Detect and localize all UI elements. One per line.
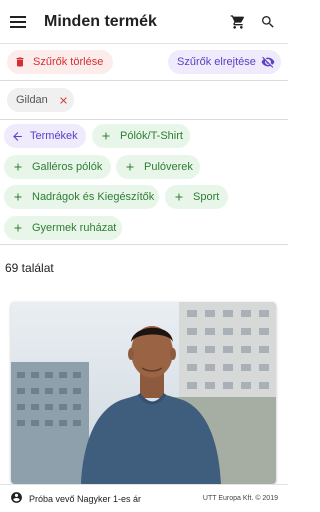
search-icon[interactable] <box>258 12 278 32</box>
category-label: Pulóverek <box>144 161 193 173</box>
category-chip-sport[interactable]: Sport <box>165 185 228 209</box>
clear-filters-button[interactable]: Szűrők törlése <box>7 50 113 74</box>
account-icon <box>10 491 23 506</box>
category-label: Galléros pólók <box>32 161 103 173</box>
divider <box>0 80 288 81</box>
back-to-products-label: Termékek <box>30 130 78 142</box>
plus-icon <box>11 160 25 174</box>
category-chip-polo[interactable]: Galléros pólók <box>4 155 111 179</box>
cart-icon[interactable] <box>228 12 248 32</box>
close-icon[interactable] <box>57 93 71 107</box>
divider <box>0 244 288 245</box>
divider <box>0 119 288 120</box>
active-filter-label: Gildan <box>16 94 48 106</box>
eye-off-icon <box>261 55 275 69</box>
footer: Próba vevő Nagyker 1-es ár UTT Europa Kf… <box>0 484 288 512</box>
product-photo <box>11 302 276 484</box>
category-label: Gyermek ruházat <box>32 222 117 234</box>
plus-icon <box>11 190 25 204</box>
category-label: Sport <box>193 191 220 203</box>
clear-filters-label: Szűrők törlése <box>33 56 104 68</box>
app-bar: Minden termék <box>0 0 288 44</box>
result-count: 69 találat <box>5 261 54 275</box>
product-card[interactable] <box>11 302 276 484</box>
category-chip-tshirt[interactable]: Pólók/T-Shirt <box>92 124 190 148</box>
active-filter-chip[interactable]: Gildan <box>7 88 74 112</box>
copyright: UTT Europa Kft. © 2019 <box>202 495 278 502</box>
user-info[interactable]: Próba vevő Nagyker 1-es ár <box>10 491 203 506</box>
user-name: Próba vevő Nagyker 1-es ár <box>29 493 142 504</box>
category-label: Pólók/T-Shirt <box>120 130 183 142</box>
plus-icon <box>11 221 25 235</box>
category-label: Nadrágok és Kiegészítők <box>32 191 155 203</box>
category-chip-kids[interactable]: Gyermek ruházat <box>4 216 122 240</box>
hide-filters-label: Szűrők elrejtése <box>177 56 256 68</box>
trash-icon <box>13 55 27 69</box>
plus-icon <box>123 160 137 174</box>
plus-icon <box>172 190 186 204</box>
arrow-back-icon <box>10 129 24 143</box>
category-chip-pants[interactable]: Nadrágok és Kiegészítők <box>4 185 159 209</box>
back-to-products-chip[interactable]: Termékek <box>4 124 86 148</box>
page-title: Minden termék <box>44 12 157 30</box>
category-chip-sweaters[interactable]: Pulóverek <box>116 155 200 179</box>
plus-icon <box>99 129 113 143</box>
hide-filters-button[interactable]: Szűrők elrejtése <box>168 50 281 74</box>
menu-icon[interactable] <box>10 12 30 32</box>
